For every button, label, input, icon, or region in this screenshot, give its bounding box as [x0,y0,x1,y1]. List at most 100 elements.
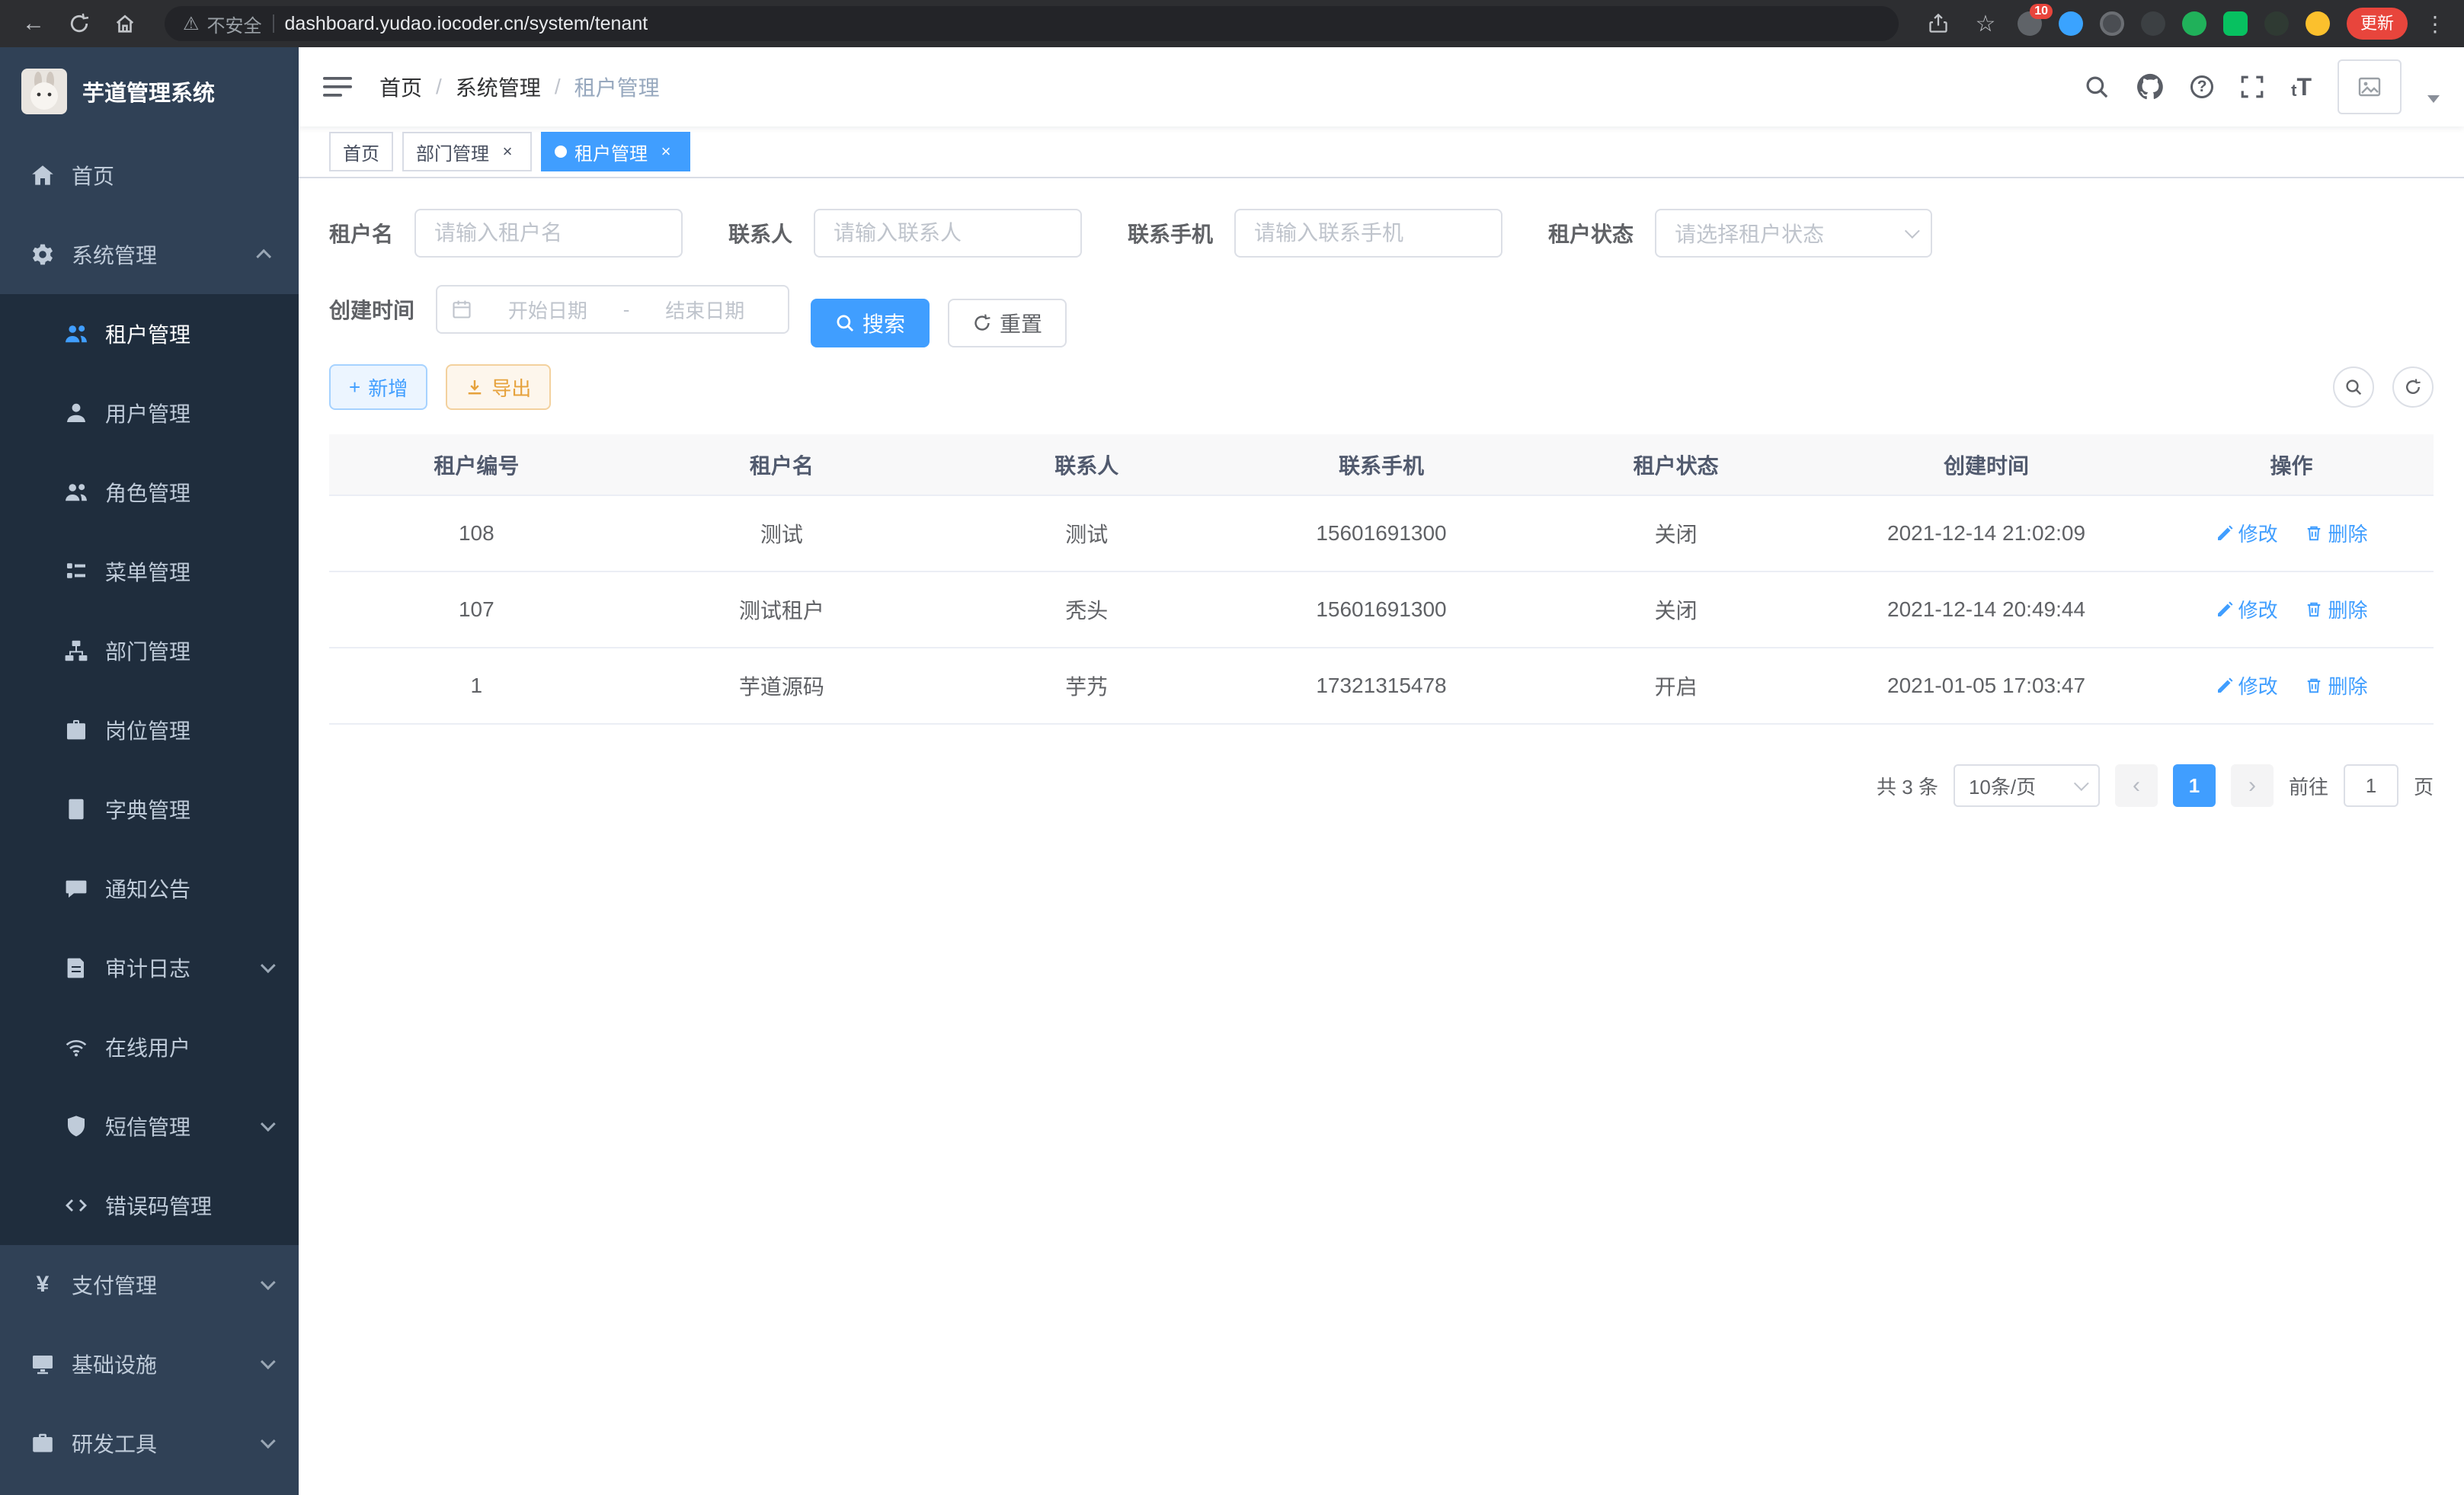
extension-icon-green-square[interactable] [2223,11,2248,36]
share-glyph [1928,13,1949,34]
sidebar: 芋道管理系统 首页 系统管理 租户管理 [0,47,299,1495]
home-icon [30,163,55,187]
goto-page-input[interactable] [2344,764,2398,807]
extension-icon-puzzle[interactable] [2264,11,2289,36]
sidebar-item-menu[interactable]: 菜单管理 [0,532,299,611]
fullscreen-icon[interactable] [2239,74,2265,100]
status-select[interactable]: 请选择租户状态 [1655,209,1932,258]
prev-page-button[interactable]: ‹ [2115,764,2158,807]
address-bar[interactable]: ⚠ 不安全 dashboard.yudao.iocoder.cn/system/… [165,6,1899,41]
cell-created: 2021-12-14 21:02:09 [1823,495,2149,571]
delete-button[interactable]: 删除 [2305,595,2367,623]
sidebar-item-notice[interactable]: 通知公告 [0,849,299,928]
extension-icon-green-circle[interactable] [2182,11,2206,36]
breadcrumb-system[interactable]: 系统管理 [456,72,541,102]
col-header-id: 租户编号 [329,434,624,495]
export-button[interactable]: 导出 [446,364,551,410]
search-icon[interactable] [2084,74,2110,100]
back-icon[interactable]: ← [18,8,49,39]
date-range-picker[interactable]: 开始日期 - 结束日期 [436,285,789,334]
sidebar-item-dept[interactable]: 部门管理 [0,611,299,690]
delete-button[interactable]: 删除 [2305,519,2367,547]
page-unit-label: 页 [2414,772,2434,800]
sidebar-item-infra[interactable]: 基础设施 [0,1324,299,1404]
reload-glyph [68,12,91,35]
avatar[interactable] [2338,59,2402,114]
font-size-icon[interactable]: tT [2291,75,2312,99]
sidebar-item-label: 字典管理 [105,794,190,824]
filter-tenant-name: 租户名 [329,209,683,258]
browser-menu-icon[interactable]: ⋮ [2424,11,2446,37]
toggle-search-icon[interactable] [2333,367,2374,408]
github-icon[interactable] [2136,72,2165,101]
extension-badge: 10 [2030,4,2053,19]
logo-image [21,69,67,114]
edit-button[interactable]: 修改 [2216,595,2278,623]
cell-mobile: 17321315478 [1234,648,1529,724]
chrome-update-button[interactable]: 更新 [2347,8,2408,40]
cell-id: 108 [329,495,624,571]
close-icon[interactable]: × [497,141,518,162]
sidebar-item-devtools[interactable]: 研发工具 [0,1404,299,1483]
close-icon[interactable]: × [655,141,677,162]
app-logo[interactable]: 芋道管理系统 [0,47,299,136]
extension-icon-drop[interactable] [2059,11,2083,36]
refresh-icon [972,313,992,333]
sidebar-item-home[interactable]: 首页 [0,136,299,215]
filter-label: 创建时间 [329,294,414,325]
page-size-select[interactable]: 10条/页 [1954,764,2100,807]
edit-button[interactable]: 修改 [2216,519,2278,547]
extension-icon-dark[interactable] [2100,11,2124,36]
sidebar-item-user[interactable]: 用户管理 [0,373,299,453]
reload-icon[interactable] [64,8,94,39]
sidebar-toggle-icon[interactable] [323,75,352,99]
edit-label: 修改 [2238,595,2278,623]
delete-icon [2305,677,2323,695]
sidebar-item-online-users[interactable]: 在线用户 [0,1007,299,1087]
delete-button[interactable]: 删除 [2305,671,2367,699]
chevron-down-icon [261,1116,276,1132]
extension-icon-dark2[interactable] [2141,11,2165,36]
share-icon[interactable] [1923,8,1954,39]
filter-create-time: 创建时间 开始日期 - 结束日期 [329,285,789,334]
chevron-down-icon [2074,776,2089,791]
profile-avatar-icon[interactable] [2306,11,2330,36]
refresh-table-icon[interactable] [2392,367,2434,408]
sidebar-item-dict[interactable]: 字典管理 [0,770,299,849]
sidebar-item-post[interactable]: 岗位管理 [0,690,299,770]
sidebar-item-sms[interactable]: 短信管理 [0,1087,299,1166]
cell-contact: 测试 [939,495,1234,571]
sidebar-item-payment[interactable]: ¥ 支付管理 [0,1245,299,1324]
edit-button[interactable]: 修改 [2216,671,2278,699]
cell-actions: 修改 删除 [2149,571,2434,648]
reset-button[interactable]: 重置 [948,299,1067,347]
tab-dept[interactable]: 部门管理 × [402,132,532,171]
tenant-name-input[interactable] [414,209,683,258]
monitor-icon [30,1352,55,1376]
sidebar-item-audit-log[interactable]: 审计日志 [0,928,299,1007]
sidebar-item-tenant[interactable]: 租户管理 [0,294,299,373]
reset-button-label: 重置 [1000,308,1042,338]
sidebar-item-label: 基础设施 [72,1349,157,1379]
avatar-dropdown-caret-icon[interactable] [2427,95,2440,103]
chevron-down-icon [261,1433,276,1449]
tab-home[interactable]: 首页 [329,132,393,171]
add-button[interactable]: + 新增 [329,364,427,410]
sidebar-item-role[interactable]: 角色管理 [0,453,299,532]
contact-name-input[interactable] [814,209,1082,258]
search-button[interactable]: 搜索 [811,299,930,347]
bookmark-star-icon[interactable]: ☆ [1970,8,2001,39]
help-icon[interactable]: ? [2190,75,2213,98]
security-status[interactable]: ⚠ 不安全 [183,11,262,37]
breadcrumb-home[interactable]: 首页 [379,72,422,102]
next-page-button[interactable]: › [2231,764,2274,807]
contact-mobile-input[interactable] [1234,209,1502,258]
tab-tenant[interactable]: 租户管理 × [541,132,690,171]
current-page-button[interactable]: 1 [2173,764,2216,807]
delete-icon [2305,524,2323,543]
sidebar-item-system[interactable]: 系统管理 [0,215,299,294]
extension-icon-1[interactable]: 10 [2018,11,2042,36]
sidebar-item-error-code[interactable]: 错误码管理 [0,1166,299,1245]
tabs-bar: 首页 部门管理 × 租户管理 × [299,126,2464,178]
home-icon[interactable] [110,8,140,39]
